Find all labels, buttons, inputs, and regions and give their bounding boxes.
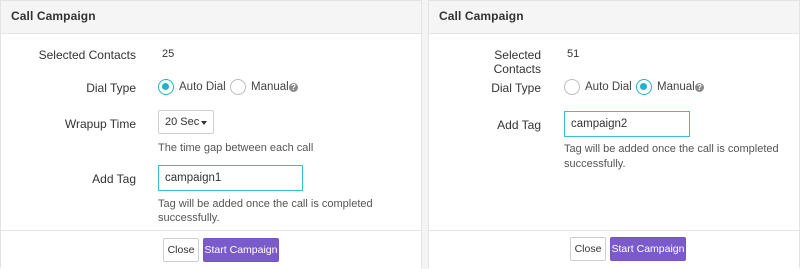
wrapup-time-label: Wrapup Time: [64, 117, 136, 131]
question-circle-icon[interactable]: ?: [289, 83, 298, 92]
add-tag-input[interactable]: campaign2: [564, 111, 690, 137]
radio-manual[interactable]: [636, 79, 652, 95]
radio-auto-dial[interactable]: [564, 79, 580, 95]
radio-label-manual: Manual: [251, 81, 289, 93]
add-tag-label: Add Tag: [497, 118, 541, 132]
add-tag-input-value: campaign2: [571, 118, 628, 130]
radio-label-auto-dial: Auto Dial: [179, 81, 226, 93]
add-tag-input[interactable]: campaign1: [158, 165, 303, 191]
dial-type-label: Dial Type: [491, 81, 541, 95]
wrapup-time-value: 20 Sec: [165, 116, 200, 128]
wrapup-time-dropdown[interactable]: 20 Sec: [158, 110, 214, 134]
radio-label-manual: Manual: [657, 81, 695, 93]
call-campaign-dialog-auto: Call Campaign Selected Contacts 25 Dial …: [0, 0, 422, 269]
dial-type-label: Dial Type: [86, 81, 136, 95]
call-campaign-dialog-manual: Call Campaign Selected Contacts 51 Dial …: [428, 0, 800, 269]
add-tag-input-value: campaign1: [165, 172, 222, 184]
start-campaign-button[interactable]: Start Campaign: [610, 237, 686, 261]
radio-manual[interactable]: [230, 79, 246, 95]
dialog-header: Call Campaign: [429, 1, 799, 34]
add-tag-label: Add Tag: [92, 172, 136, 186]
add-tag-help-text-line2: successfully.: [564, 158, 626, 170]
dialog-title: Call Campaign: [11, 9, 96, 23]
dialog-header: Call Campaign: [1, 1, 421, 34]
add-tag-help-text-line1: Tag will be added once the call is compl…: [564, 143, 779, 155]
question-circle-icon[interactable]: ?: [695, 83, 704, 92]
selected-contacts-label: Selected Contacts: [38, 48, 136, 62]
add-tag-help-text: Tag will be added once the call is compl…: [158, 198, 373, 224]
dialog-title: Call Campaign: [439, 9, 524, 23]
selected-contacts-value: 51: [567, 48, 580, 60]
close-button[interactable]: Close: [163, 238, 199, 262]
selected-contacts-label: Selected Contacts: [493, 48, 541, 76]
close-button[interactable]: Close: [570, 237, 606, 261]
radio-auto-dial[interactable]: [158, 79, 174, 95]
start-campaign-button[interactable]: Start Campaign: [203, 238, 279, 262]
radio-label-auto-dial: Auto Dial: [585, 81, 632, 93]
wrapup-help-text: The time gap between each call: [158, 142, 314, 154]
selected-contacts-value: 25: [162, 48, 175, 60]
caret-down-icon: [201, 121, 207, 125]
